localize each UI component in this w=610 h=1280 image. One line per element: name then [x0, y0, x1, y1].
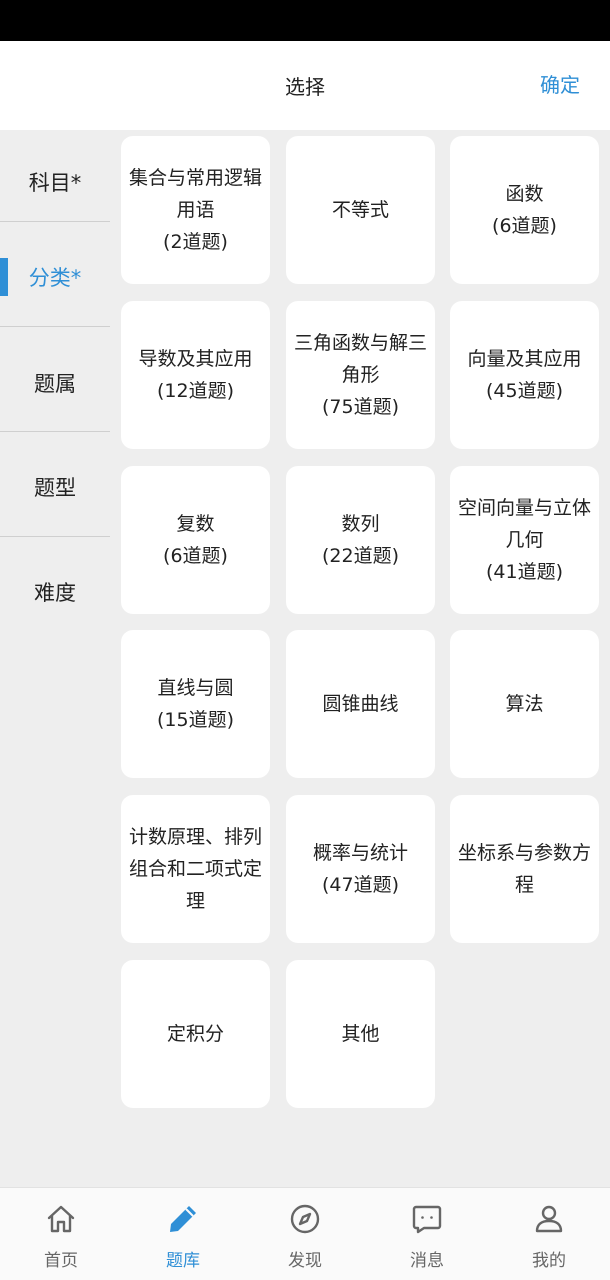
category-card[interactable]: 直线与圆 (15道题)	[121, 630, 270, 778]
status-bar	[0, 0, 610, 41]
sidebar-item-attribute[interactable]: 题属	[0, 331, 110, 435]
compass-icon	[290, 1204, 320, 1234]
category-card[interactable]: 定积分	[121, 960, 270, 1108]
user-icon	[535, 1205, 563, 1233]
category-name: 不等式	[331, 199, 389, 221]
page-title: 选择	[285, 75, 325, 99]
bottom-tab-bar: 首页 题库 发现 消息 我的	[0, 1187, 610, 1280]
category-card[interactable]: 概率与统计 (47道题)	[286, 795, 435, 943]
sidebar-item-difficulty[interactable]: 难度	[0, 540, 110, 644]
home-icon	[47, 1205, 75, 1233]
tab-question-bank[interactable]: 题库	[122, 1188, 244, 1280]
tab-messages[interactable]: 消息	[366, 1188, 488, 1280]
category-name: 集合与常用逻辑用语	[129, 167, 263, 221]
divider	[0, 536, 110, 537]
category-card[interactable]: 坐标系与参数方程	[450, 795, 599, 943]
category-count: (15道题)	[156, 709, 234, 731]
sidebar-item-question-type[interactable]: 题型	[0, 435, 110, 539]
category-name: 计数原理、排列组合和二项式定理	[129, 826, 263, 912]
category-card[interactable]: 集合与常用逻辑用语 (2道题)	[121, 136, 270, 284]
category-name: 算法	[505, 693, 544, 715]
sidebar-item-label: 题型	[34, 476, 76, 500]
category-count: (45道题)	[485, 380, 563, 402]
category-count: (41道题)	[485, 561, 563, 583]
sidebar-item-category[interactable]: 分类*	[0, 225, 110, 329]
category-card[interactable]: 圆锥曲线	[286, 630, 435, 778]
sidebar-item-label: 难度	[34, 581, 76, 605]
category-name: 三角函数与解三角形	[294, 332, 428, 386]
category-card[interactable]: 函数 (6道题)	[450, 136, 599, 284]
category-card[interactable]: 不等式	[286, 136, 435, 284]
category-count: (2道题)	[163, 231, 228, 253]
category-name: 复数	[176, 513, 215, 535]
category-card[interactable]: 向量及其应用 (45道题)	[450, 301, 599, 449]
tab-label: 发现	[288, 1251, 322, 1271]
category-count: (47道题)	[321, 874, 399, 896]
sidebar-item-label: 科目*	[28, 171, 82, 195]
header: 选择 确定	[0, 41, 610, 130]
message-icon	[412, 1205, 442, 1234]
tab-label: 消息	[410, 1251, 444, 1271]
category-name: 函数	[505, 183, 544, 205]
category-name: 直线与圆	[157, 677, 234, 699]
category-card[interactable]: 空间向量与立体几何 (41道题)	[450, 466, 599, 614]
category-card[interactable]: 三角函数与解三角形 (75道题)	[286, 301, 435, 449]
tab-label: 我的	[532, 1251, 566, 1271]
category-card[interactable]: 计数原理、排列组合和二项式定理	[121, 795, 270, 943]
category-name: 其他	[341, 1023, 380, 1045]
category-count: (6道题)	[163, 545, 228, 567]
sidebar-item-label: 分类*	[28, 266, 82, 290]
category-name: 坐标系与参数方程	[458, 842, 592, 896]
tab-label: 题库	[166, 1251, 200, 1271]
category-name: 向量及其应用	[467, 348, 582, 370]
sidebar-item-label: 题属	[34, 372, 76, 396]
category-name: 定积分	[166, 1023, 224, 1045]
category-count: (6道题)	[492, 215, 557, 237]
tab-me[interactable]: 我的	[488, 1188, 610, 1280]
category-name: 概率与统计	[312, 842, 408, 864]
divider	[0, 221, 110, 222]
category-name: 空间向量与立体几何	[458, 497, 592, 551]
tab-label: 首页	[44, 1251, 78, 1271]
category-card[interactable]: 导数及其应用 (12道题)	[121, 301, 270, 449]
category-card[interactable]: 复数 (6道题)	[121, 466, 270, 614]
category-card[interactable]: 数列 (22道题)	[286, 466, 435, 614]
active-indicator	[0, 258, 8, 296]
category-name: 导数及其应用	[138, 348, 253, 370]
category-count: (75道题)	[321, 396, 399, 418]
sidebar-item-subject[interactable]: 科目*	[0, 130, 110, 234]
category-count: (22道题)	[321, 545, 399, 567]
sidebar: 科目* 分类* 题属 题型 难度	[0, 130, 110, 1187]
divider	[0, 326, 110, 327]
category-name: 数列	[341, 513, 380, 535]
tab-home[interactable]: 首页	[0, 1188, 122, 1280]
category-card[interactable]: 其他	[286, 960, 435, 1108]
category-card[interactable]: 算法	[450, 630, 599, 778]
divider	[0, 431, 110, 432]
confirm-button[interactable]: 确定	[540, 41, 580, 130]
tab-discover[interactable]: 发现	[244, 1188, 366, 1280]
category-name: 圆锥曲线	[322, 693, 399, 715]
pencil-icon	[170, 1206, 196, 1232]
category-count: (12道题)	[156, 380, 234, 402]
